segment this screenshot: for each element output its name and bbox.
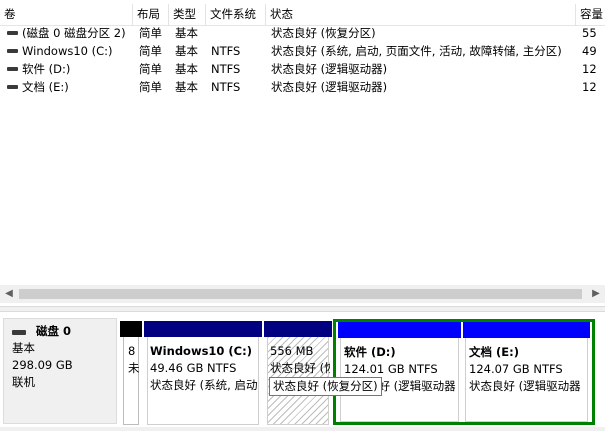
- column-header-status[interactable]: 状态: [266, 4, 576, 25]
- volume-capacity: 12: [582, 62, 597, 76]
- partition-d[interactable]: 软件 (D:) 124.01 GB NTFS 状态良好 (逻辑驱动器: [338, 322, 461, 422]
- partition-status: 状态良好 (逻辑驱动器: [469, 379, 581, 393]
- partition-title: Windows10 (C:): [150, 344, 252, 358]
- partition-unallocated[interactable]: 8 未: [120, 321, 142, 425]
- disk-size: 298.09 GB: [12, 358, 73, 372]
- column-header-filesystem[interactable]: 文件系统: [206, 4, 266, 25]
- volume-type: 基本: [175, 62, 198, 76]
- table-row[interactable]: 软件 (D:) 简单 基本 NTFS 状态良好 (逻辑驱动器) 12: [0, 60, 605, 78]
- pane-splitter[interactable]: [0, 306, 605, 312]
- volume-type: 基本: [175, 80, 198, 94]
- partition-bar: [463, 322, 590, 338]
- column-header-layout[interactable]: 布局: [133, 4, 169, 25]
- partition-text: 556 MB 状态良好 (恢复分区): [270, 343, 330, 377]
- volume-status: 状态良好 (恢复分区): [271, 26, 376, 40]
- table-row[interactable]: (磁盘 0 磁盘分区 2) 简单 基本 状态良好 (恢复分区) 55: [0, 24, 605, 42]
- volume-layout: 简单: [139, 62, 162, 76]
- partition-text: 文档 (E:) 124.07 GB NTFS 状态良好 (逻辑驱动器: [469, 344, 588, 395]
- volume-icon: [7, 49, 18, 53]
- partition-status: 状态良好 (系统, 启动: [150, 378, 258, 392]
- partition-status: 状态良好 (恢复分区): [270, 361, 330, 375]
- volume-fs: NTFS: [211, 62, 241, 76]
- disk-type: 基本: [12, 341, 35, 355]
- disk-status: 联机: [12, 375, 35, 389]
- volume-fs: NTFS: [211, 80, 241, 94]
- volume-name: 软件 (D:): [22, 62, 71, 76]
- partition-title: 软件 (D:): [344, 345, 396, 359]
- partition-text: 8 未: [128, 343, 140, 377]
- partition-bar: [264, 321, 332, 337]
- volume-icon: [7, 31, 18, 35]
- volume-layout: 简单: [139, 80, 162, 94]
- disk-info[interactable]: 磁盘 0 基本 298.09 GB 联机: [3, 318, 117, 424]
- volume-layout: 简单: [139, 26, 162, 40]
- volume-capacity: 55: [582, 26, 597, 40]
- partition-size: 124.01 GB NTFS: [344, 362, 438, 376]
- disk-name: 磁盘 0: [36, 324, 72, 338]
- horizontal-scrollbar[interactable]: ◀ ▶: [0, 285, 605, 303]
- table-row[interactable]: Windows10 (C:) 简单 基本 NTFS 状态良好 (系统, 启动, …: [0, 42, 605, 60]
- volume-name: 文档 (E:): [22, 80, 69, 94]
- table-row[interactable]: 文档 (E:) 简单 基本 NTFS 状态良好 (逻辑驱动器) 12: [0, 78, 605, 96]
- partition-size: 124.07 GB NTFS: [469, 362, 563, 376]
- partition-bar: [144, 321, 262, 337]
- disk-icon: [12, 330, 26, 335]
- tooltip: 状态良好 (恢复分区): [269, 377, 382, 396]
- partition-recovery[interactable]: 556 MB 状态良好 (恢复分区): [264, 321, 332, 425]
- partition-status: 未: [128, 361, 140, 375]
- column-header-type[interactable]: 类型: [169, 4, 206, 25]
- volume-layout: 简单: [139, 44, 162, 58]
- partition-title: 文档 (E:): [469, 345, 519, 359]
- volume-status: 状态良好 (系统, 启动, 页面文件, 活动, 故障转储, 主分区): [271, 44, 562, 58]
- volume-fs: NTFS: [211, 44, 241, 58]
- volume-icon: [7, 85, 18, 89]
- volume-icon: [7, 67, 18, 71]
- partition-e[interactable]: 文档 (E:) 124.07 GB NTFS 状态良好 (逻辑驱动器: [463, 322, 590, 422]
- volume-status: 状态良好 (逻辑驱动器): [271, 80, 388, 94]
- partition-c[interactable]: Windows10 (C:) 49.46 GB NTFS 状态良好 (系统, 启…: [144, 321, 262, 425]
- partition-text: Windows10 (C:) 49.46 GB NTFS 状态良好 (系统, 启…: [150, 343, 260, 394]
- partition-bar: [120, 321, 142, 337]
- partition-size: 556 MB: [270, 344, 314, 358]
- column-header-volume[interactable]: 卷: [0, 4, 133, 25]
- scroll-right-icon[interactable]: ▶: [587, 285, 605, 303]
- bottom-edge: [0, 427, 605, 431]
- partition-size: 8: [128, 344, 136, 358]
- volume-capacity: 49: [582, 44, 597, 58]
- partition-size: 49.46 GB NTFS: [150, 361, 237, 375]
- scrollbar-thumb[interactable]: [19, 289, 582, 299]
- volume-type: 基本: [175, 26, 198, 40]
- volume-status: 状态良好 (逻辑驱动器): [271, 62, 388, 76]
- volume-name: (磁盘 0 磁盘分区 2): [22, 26, 126, 40]
- volume-type: 基本: [175, 44, 198, 58]
- volume-name: Windows10 (C:): [22, 44, 113, 58]
- column-header-capacity[interactable]: 容量: [576, 4, 605, 25]
- partition-bar: [338, 322, 461, 338]
- scroll-left-icon[interactable]: ◀: [0, 285, 18, 303]
- volume-capacity: 12: [582, 80, 597, 94]
